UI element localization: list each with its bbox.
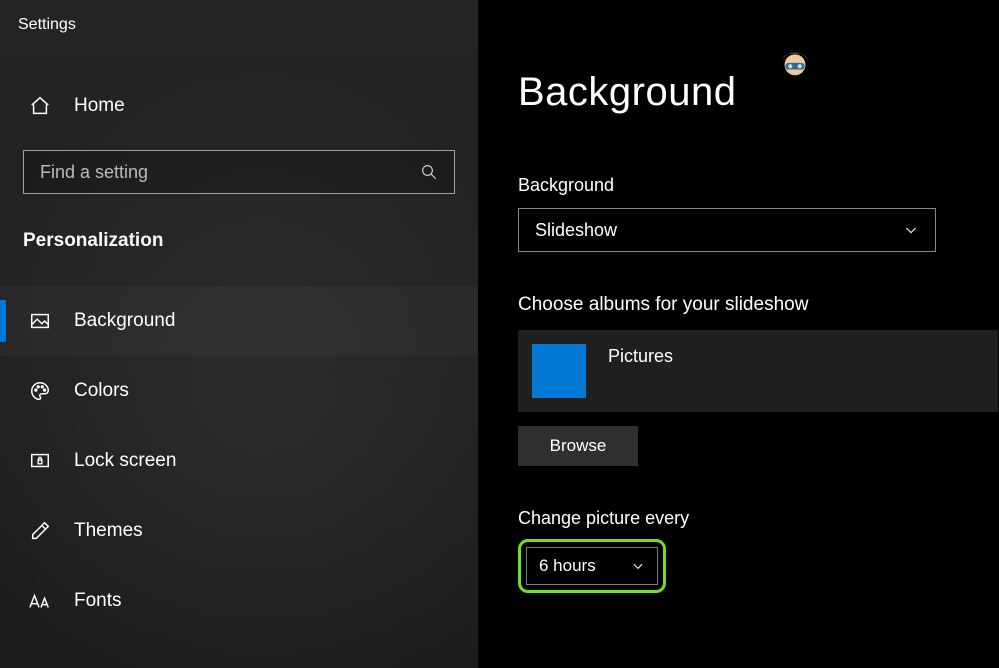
sidebar-item-label: Background: [74, 310, 175, 332]
interval-dropdown-value: 6 hours: [539, 556, 596, 576]
chevron-down-icon: [903, 222, 919, 238]
sidebar-item-fonts[interactable]: Fonts: [0, 566, 478, 636]
lock-screen-icon: [28, 449, 52, 473]
section-label: Personalization: [23, 230, 478, 252]
browse-button-label: Browse: [550, 436, 607, 456]
palette-icon: [28, 379, 52, 403]
main-content: Background Background Slideshow Choose a…: [478, 0, 999, 668]
sidebar-item-label: Themes: [74, 520, 143, 542]
search-icon: [420, 163, 438, 181]
page-title: Background: [518, 70, 999, 115]
avatar: [776, 42, 814, 80]
browse-button[interactable]: Browse: [518, 426, 638, 466]
interval-dropdown[interactable]: 6 hours: [526, 547, 658, 585]
interval-label: Change picture every: [518, 508, 999, 529]
chevron-down-icon: [631, 559, 645, 573]
background-dropdown[interactable]: Slideshow: [518, 208, 936, 252]
sidebar-item-label: Fonts: [74, 590, 122, 612]
home-nav[interactable]: Home: [0, 94, 478, 118]
home-label: Home: [74, 95, 125, 117]
sidebar-item-colors[interactable]: Colors: [0, 356, 478, 426]
sidebar-item-label: Lock screen: [74, 450, 176, 472]
background-dropdown-value: Slideshow: [535, 220, 617, 241]
themes-icon: [28, 519, 52, 543]
sidebar-item-themes[interactable]: Themes: [0, 496, 478, 566]
background-field-label: Background: [518, 175, 999, 196]
album-name: Pictures: [608, 346, 673, 367]
sidebar: Settings Home Personalization: [0, 0, 478, 668]
album-thumbnail: [532, 344, 586, 398]
sidebar-item-lock-screen[interactable]: Lock screen: [0, 426, 478, 496]
sidebar-nav: Background Colors: [0, 286, 478, 636]
home-icon: [28, 94, 52, 118]
album-item[interactable]: Pictures: [518, 330, 998, 412]
picture-icon: [28, 309, 52, 333]
sidebar-item-background[interactable]: Background: [0, 286, 478, 356]
app-title: Settings: [0, 0, 478, 34]
search-input[interactable]: [40, 162, 420, 183]
albums-label: Choose albums for your slideshow: [518, 294, 999, 316]
interval-highlight: 6 hours: [518, 539, 666, 593]
fonts-icon: [28, 589, 52, 613]
sidebar-item-label: Colors: [74, 380, 129, 402]
search-box[interactable]: [23, 150, 455, 194]
